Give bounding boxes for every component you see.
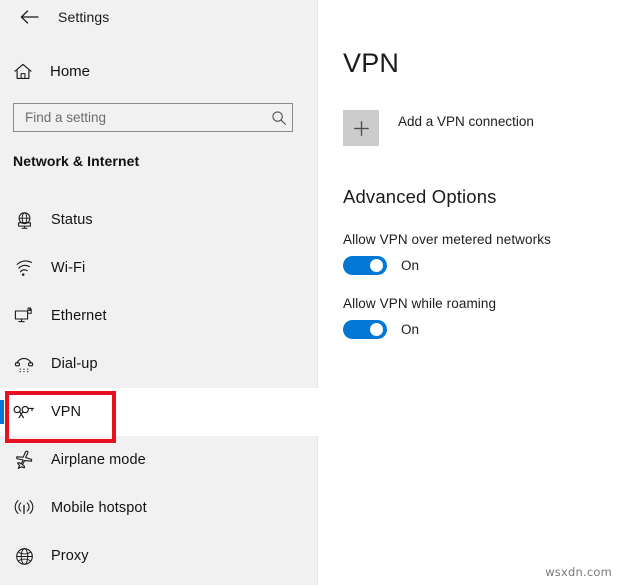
selection-indicator: [0, 400, 4, 424]
advanced-options-list: Allow VPN over metered networks On Allow…: [343, 232, 613, 360]
sidebar-item-mobile-hotspot[interactable]: Mobile hotspot: [0, 484, 318, 532]
toggle-state-label: On: [401, 322, 420, 337]
wifi-icon: [12, 256, 36, 280]
sidebar-item-label: Dial-up: [51, 356, 98, 372]
toggle-state-label: On: [401, 258, 420, 273]
sidebar-item-label: Airplane mode: [51, 452, 146, 468]
sidebar-item-home[interactable]: Home: [0, 56, 318, 86]
watermark: wsxdn.com: [545, 565, 612, 579]
sidebar-item-label: Wi-Fi: [51, 260, 86, 276]
search-box[interactable]: [13, 103, 293, 132]
home-label: Home: [50, 62, 91, 80]
ethernet-icon: [12, 304, 36, 328]
app-title: Settings: [58, 9, 110, 25]
settings-window: Settings Home Network & Internet: [0, 0, 621, 585]
title-bar: Settings: [0, 0, 318, 34]
option-allow-vpn-while-roaming: Allow VPN while roaming On: [343, 296, 613, 339]
option-label: Allow VPN while roaming: [343, 296, 497, 311]
airplane-icon: [12, 448, 36, 472]
content-pane: VPN Add a VPN connection Advanced Option…: [319, 0, 621, 585]
sidebar-nav-list: Status Wi-Fi Ethernet Dial-up VPN Airpla…: [0, 196, 318, 580]
back-arrow-icon[interactable]: [14, 4, 44, 30]
toggle-allow-vpn-while-roaming[interactable]: [343, 320, 387, 339]
sidebar: Settings Home Network & Internet: [0, 0, 318, 585]
sidebar-item-dialup[interactable]: Dial-up: [0, 340, 318, 388]
toggle-row: On: [343, 256, 613, 275]
mobile-hotspot-icon: [12, 496, 36, 520]
add-vpn-connection-button[interactable]: Add a VPN connection: [343, 110, 534, 146]
plus-icon: [343, 110, 379, 146]
sidebar-item-label: Ethernet: [51, 308, 107, 324]
home-icon: [12, 60, 34, 82]
toggle-knob: [370, 259, 383, 272]
sidebar-group-title: Network & Internet: [13, 153, 140, 169]
sidebar-item-label: Mobile hotspot: [51, 500, 147, 516]
add-vpn-connection-label: Add a VPN connection: [398, 113, 534, 129]
globe-icon: [12, 544, 36, 568]
sidebar-item-vpn[interactable]: VPN: [0, 388, 318, 436]
status-globe-monitor-icon: [12, 208, 36, 232]
sidebar-item-label: Status: [51, 212, 93, 228]
sidebar-item-label: Proxy: [51, 548, 89, 564]
search-input[interactable]: [14, 104, 266, 131]
option-allow-vpn-over-metered-networks: Allow VPN over metered networks On: [343, 232, 613, 275]
toggle-row: On: [343, 320, 613, 339]
search-icon[interactable]: [266, 104, 292, 131]
dialup-phone-icon: [12, 352, 36, 376]
sidebar-item-status[interactable]: Status: [0, 196, 318, 244]
sidebar-item-label: VPN: [51, 404, 82, 420]
sidebar-item-airplane-mode[interactable]: Airplane mode: [0, 436, 318, 484]
page-title: VPN: [343, 48, 400, 78]
vpn-key-icon: [12, 400, 36, 424]
advanced-options-heading: Advanced Options: [343, 186, 497, 207]
sidebar-item-ethernet[interactable]: Ethernet: [0, 292, 318, 340]
sidebar-item-wifi[interactable]: Wi-Fi: [0, 244, 318, 292]
sidebar-item-proxy[interactable]: Proxy: [0, 532, 318, 580]
toggle-allow-vpn-over-metered-networks[interactable]: [343, 256, 387, 275]
toggle-knob: [370, 323, 383, 336]
option-label: Allow VPN over metered networks: [343, 232, 551, 247]
